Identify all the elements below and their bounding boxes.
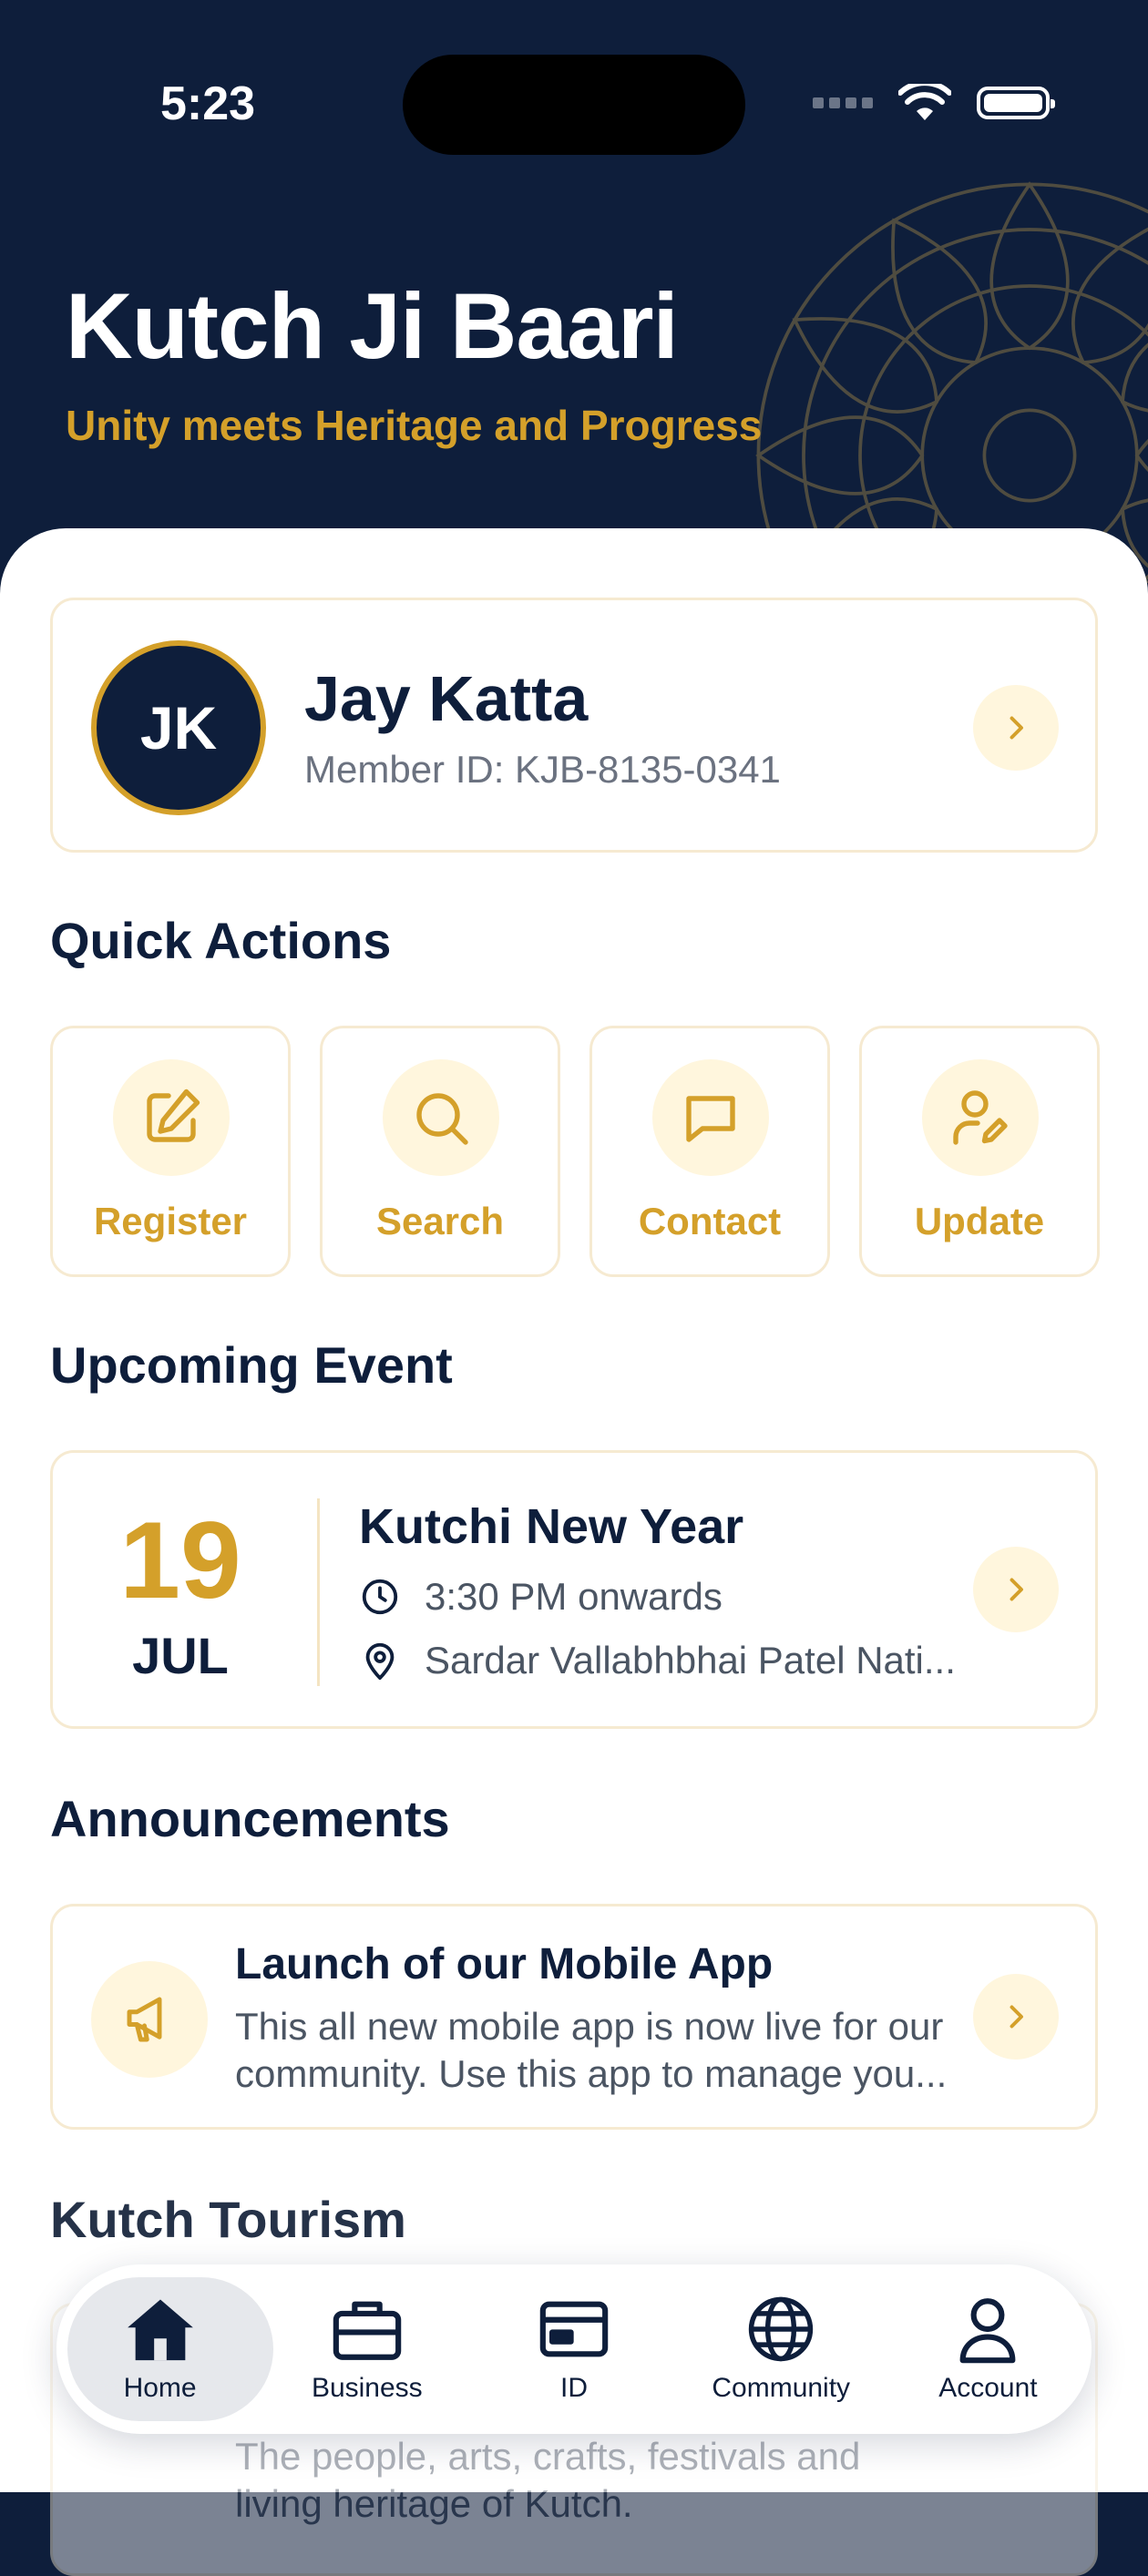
home-icon	[127, 2299, 193, 2361]
chevron-right-icon[interactable]	[973, 685, 1059, 771]
dynamic-island	[403, 55, 745, 155]
profile-name: Jay Katta	[304, 663, 589, 734]
event-name: Kutchi New Year	[359, 1499, 744, 1554]
tab-community[interactable]: Community	[678, 2264, 885, 2434]
register-label: Register	[93, 1200, 248, 1242]
chat-icon	[652, 1059, 769, 1176]
contact-label: Contact	[638, 1200, 782, 1242]
app-title: Kutch Ji Baari	[66, 274, 679, 378]
tab-account[interactable]: Account	[885, 2264, 1092, 2434]
event-divider	[317, 1498, 320, 1686]
clock-icon	[362, 1579, 398, 1615]
tab-bar: Home Business ID Community Account	[56, 2264, 1092, 2434]
search-label: Search	[375, 1200, 505, 1242]
announcement-line-2: community. Use this app to manage you...	[235, 2052, 948, 2095]
mandala-decoration	[756, 181, 1148, 583]
battery-icon	[977, 87, 1055, 119]
tab-community-label: Community	[712, 2373, 851, 2403]
location-pin-icon	[365, 1642, 395, 1681]
event-card[interactable]: 19 JUL Kutchi New Year 3:30 PM onwards S…	[50, 1450, 1098, 1729]
upcoming-event-title: Upcoming Event	[50, 1336, 453, 1394]
id-card-icon	[539, 2301, 609, 2357]
event-time: 3:30 PM onwards	[425, 1575, 723, 1618]
chevron-right-icon[interactable]	[973, 1547, 1059, 1632]
announcement-body: This all new mobile app is now live for …	[235, 2003, 982, 2098]
announcement-card[interactable]: Launch of our Mobile App This all new mo…	[50, 1904, 1098, 2130]
status-indicators	[813, 80, 1055, 126]
announcement-title: Launch of our Mobile App	[235, 1940, 774, 1988]
wifi-icon	[898, 84, 951, 120]
tourism-title: Kutch Tourism	[50, 2191, 406, 2248]
contact-button[interactable]: Contact	[589, 1026, 830, 1277]
tourism-text: The people, arts, crafts, festivals and …	[235, 2433, 982, 2528]
tab-business-label: Business	[311, 2373, 423, 2403]
search-icon	[383, 1059, 499, 1176]
tab-id[interactable]: ID	[470, 2264, 677, 2434]
tourism-line-1: The people, arts, crafts, festivals and	[235, 2435, 861, 2478]
edit-icon	[113, 1059, 230, 1176]
app-subtitle: Unity meets Heritage and Progress	[66, 402, 763, 449]
search-button[interactable]: Search	[320, 1026, 560, 1277]
member-id: Member ID: KJB-8135-0341	[304, 748, 781, 791]
tab-home-label: Home	[123, 2373, 197, 2403]
announcement-line-1: This all new mobile app is now live for …	[235, 2005, 944, 2048]
event-time-row: 3:30 PM onwards	[359, 1575, 723, 1619]
status-time: 5:23	[160, 77, 256, 130]
tab-business[interactable]: Business	[263, 2264, 470, 2434]
user-icon	[959, 2298, 1016, 2364]
tab-id-label: ID	[560, 2373, 588, 2403]
user-edit-icon	[922, 1059, 1039, 1176]
event-month: JUL	[132, 1627, 229, 1684]
update-label: Update	[914, 1200, 1045, 1242]
update-button[interactable]: Update	[859, 1026, 1100, 1277]
tab-account-label: Account	[938, 2373, 1038, 2403]
register-button[interactable]: Register	[50, 1026, 291, 1277]
header: 5:23 Kutch Ji Baari Unity meets Heritage…	[0, 0, 1148, 583]
tab-home[interactable]: Home	[56, 2264, 273, 2434]
event-location: Sardar Vallabhbhai Patel Nati...	[425, 1639, 956, 1682]
avatar: JK	[91, 640, 266, 815]
briefcase-icon	[333, 2301, 402, 2360]
megaphone-icon	[91, 1961, 208, 2078]
announcements-title: Announcements	[50, 1790, 450, 1847]
signal-icon	[813, 97, 873, 108]
tourism-line-2: living heritage of Kutch.	[235, 2482, 633, 2525]
quick-actions-title: Quick Actions	[50, 912, 392, 969]
globe-icon	[749, 2296, 814, 2362]
event-day: 19	[119, 1499, 241, 1621]
profile-card[interactable]: JK Jay Katta Member ID: KJB-8135-0341	[50, 598, 1098, 853]
chevron-right-icon[interactable]	[973, 1974, 1059, 2060]
event-location-row: Sardar Vallabhbhai Patel Nati...	[359, 1639, 956, 1682]
